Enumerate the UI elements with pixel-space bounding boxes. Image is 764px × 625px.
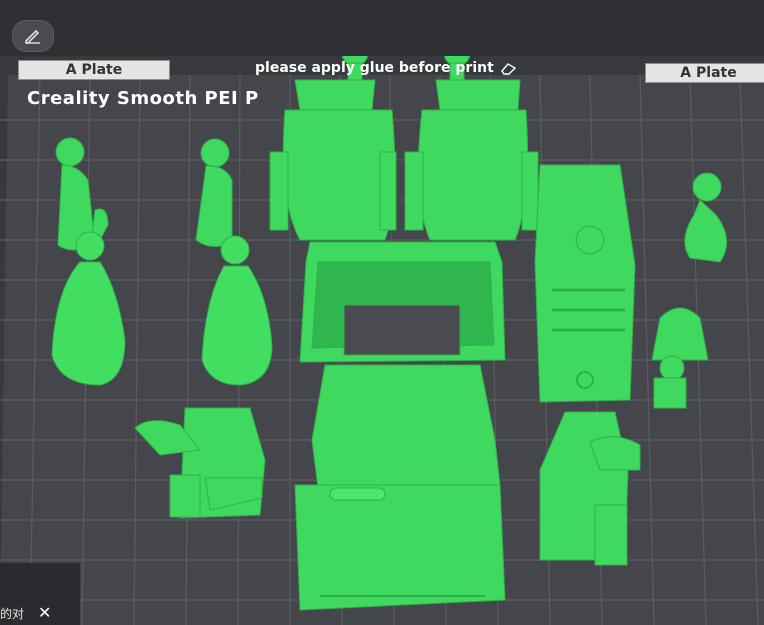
toast-text: 的对 xyxy=(0,607,25,621)
model-printer-box xyxy=(294,364,506,611)
top-bar xyxy=(0,0,764,56)
plate-note-text: please apply glue before print xyxy=(255,60,494,76)
bed-type-label: Creality Smooth PEI P xyxy=(27,88,259,109)
edit-button[interactable] xyxy=(12,20,54,52)
model-tower xyxy=(534,164,636,403)
eraser-icon xyxy=(500,63,516,75)
pencil-icon xyxy=(25,29,40,44)
plate-note[interactable]: please apply glue before print xyxy=(255,59,555,77)
plate-tab-right[interactable]: A Plate xyxy=(645,63,764,83)
plate-tab-left[interactable]: A Plate xyxy=(18,60,170,80)
3d-viewport[interactable]: A Plate please apply glue before print A… xyxy=(0,0,764,625)
close-icon[interactable]: ✕ xyxy=(38,603,51,622)
plate-tab-right-label: A Plate xyxy=(680,65,737,81)
plate-tab-left-label: A Plate xyxy=(65,62,123,78)
model-open-box xyxy=(299,241,506,363)
